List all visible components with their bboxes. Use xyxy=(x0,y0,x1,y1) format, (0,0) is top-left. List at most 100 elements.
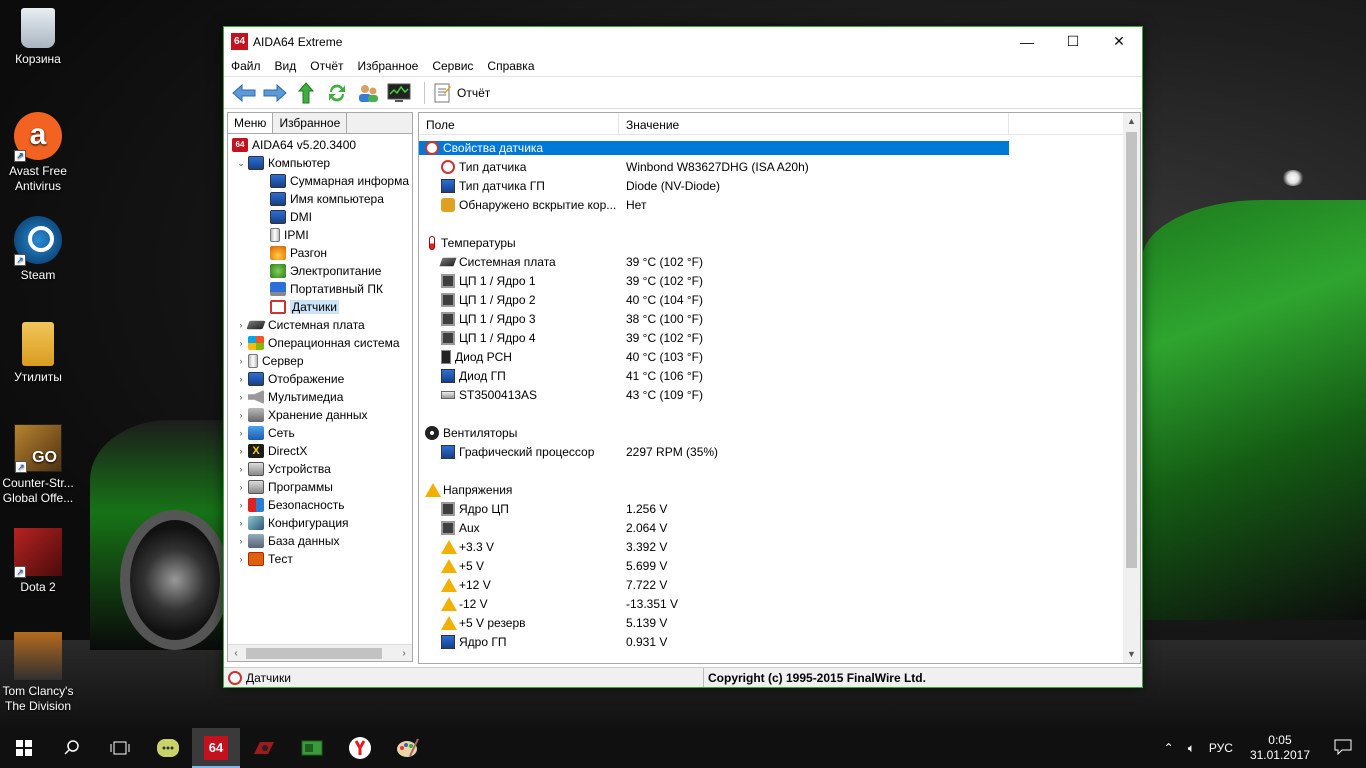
scroll-right-icon[interactable]: › xyxy=(396,648,412,659)
task-view-button[interactable] xyxy=(96,728,144,768)
section-temperatures[interactable]: Температуры xyxy=(419,233,1140,252)
expand-icon[interactable]: › xyxy=(236,482,246,492)
scroll-left-icon[interactable]: ‹ xyxy=(228,648,244,659)
table-row[interactable]: ЦП 1 / Ядро 2 40 °C (104 °F) xyxy=(419,290,1140,309)
volume-icon[interactable]: 🔈︎ xyxy=(1181,741,1202,756)
scroll-thumb[interactable] xyxy=(1126,132,1137,568)
taskbar-aida64[interactable]: 64 xyxy=(192,728,240,768)
clock[interactable]: 0:05 31.01.2017 xyxy=(1240,733,1320,763)
table-row[interactable]: ЦП 1 / Ядро 3 38 °C (100 °F) xyxy=(419,309,1140,328)
scroll-up-icon[interactable]: ▲ xyxy=(1123,113,1140,130)
expand-icon[interactable]: › xyxy=(236,392,246,402)
taskbar-gpu-tool[interactable] xyxy=(288,728,336,768)
table-row[interactable]: Диод ГП 41 °C (106 °F) xyxy=(419,366,1140,385)
expand-icon[interactable]: › xyxy=(236,374,246,384)
expand-icon[interactable]: › xyxy=(236,500,246,510)
tree-item-database[interactable]: › База данных xyxy=(228,532,412,550)
menu-file[interactable]: Файл xyxy=(224,59,268,73)
menu-service[interactable]: Сервис xyxy=(425,59,480,73)
tree-item-motherboard[interactable]: › Системная плата xyxy=(228,316,412,334)
tab-favorites[interactable]: Избранное xyxy=(273,113,348,133)
forward-button[interactable] xyxy=(259,79,290,107)
tree-item-config[interactable]: › Конфигурация xyxy=(228,514,412,532)
menu-report[interactable]: Отчёт xyxy=(303,59,350,73)
table-row[interactable]: Тип датчика ГП Diode (NV-Diode) xyxy=(419,176,1140,195)
tree-item-security[interactable]: › Безопасность xyxy=(228,496,412,514)
scroll-thumb[interactable] xyxy=(246,647,382,659)
refresh-button[interactable] xyxy=(321,79,352,107)
tree-item-devices[interactable]: › Устройства xyxy=(228,460,412,478)
tree-item-portable[interactable]: Портативный ПК xyxy=(228,280,412,298)
menu-favorites[interactable]: Избранное xyxy=(351,59,426,73)
table-row[interactable]: Системная плата 39 °C (102 °F) xyxy=(419,252,1140,271)
table-row[interactable]: +5 V резерв 5.139 V xyxy=(419,613,1140,632)
maximize-button[interactable]: ☐ xyxy=(1050,27,1096,56)
tree-item-programs[interactable]: › Программы xyxy=(228,478,412,496)
users-button[interactable] xyxy=(352,79,383,107)
table-row[interactable]: Ядро ЦП 1.256 V xyxy=(419,499,1140,518)
show-hidden-icons-icon[interactable]: ⌃ xyxy=(1157,741,1181,755)
expand-icon[interactable]: › xyxy=(236,536,246,546)
tree-item-directx[interactable]: › X DirectX xyxy=(228,442,412,460)
taskbar-msi-afterburner[interactable] xyxy=(240,728,288,768)
tree-item-os[interactable]: › Операционная система xyxy=(228,334,412,352)
table-row[interactable]: +3.3 V 3.392 V xyxy=(419,537,1140,556)
table-row[interactable]: +12 V 7.722 V xyxy=(419,575,1140,594)
collapse-icon[interactable]: ⌄ xyxy=(236,158,246,169)
taskbar-paint[interactable] xyxy=(384,728,432,768)
tree-item-test[interactable]: › Тест xyxy=(228,550,412,568)
menu-help[interactable]: Справка xyxy=(480,59,541,73)
tree-item-dmi[interactable]: DMI xyxy=(228,208,412,226)
expand-icon[interactable]: › xyxy=(236,410,246,420)
table-row[interactable]: Ядро ГП 0.931 V xyxy=(419,632,1140,651)
minimize-button[interactable]: — xyxy=(1004,27,1050,56)
search-button[interactable] xyxy=(48,728,96,768)
tree-item-display[interactable]: › Отображение xyxy=(228,370,412,388)
tree-item-network[interactable]: › Сеть xyxy=(228,424,412,442)
table-row[interactable]: Обнаружено вскрытие кор... Нет xyxy=(419,195,1140,214)
expand-icon[interactable]: › xyxy=(236,464,246,474)
table-row[interactable]: +5 V 5.699 V xyxy=(419,556,1140,575)
table-row[interactable]: Aux 2.064 V xyxy=(419,518,1140,537)
horizontal-scrollbar[interactable]: ‹ › xyxy=(228,644,412,661)
up-button[interactable] xyxy=(290,79,321,107)
expand-icon[interactable]: › xyxy=(236,428,246,438)
expand-icon[interactable]: › xyxy=(236,338,246,348)
scroll-down-icon[interactable]: ▼ xyxy=(1123,646,1140,663)
tree-root[interactable]: 64 AIDA64 v5.20.3400 xyxy=(228,136,412,154)
tree-item-power[interactable]: Электропитание xyxy=(228,262,412,280)
section-voltages[interactable]: Напряжения xyxy=(419,480,1140,499)
report-button[interactable]: Отчёт xyxy=(433,83,490,103)
back-button[interactable] xyxy=(228,79,259,107)
desktop-icon-avast[interactable]: a ↗ Avast Free Antivirus xyxy=(0,112,76,194)
expand-icon[interactable]: › xyxy=(236,320,246,330)
desktop-icon-csgo[interactable]: ↗ Counter-Str... Global Offe... xyxy=(0,424,76,506)
table-row[interactable]: Графический процессор 2297 RPM (35%) xyxy=(419,442,1140,461)
monitor-button[interactable] xyxy=(383,79,414,107)
vertical-scrollbar[interactable]: ▲ ▼ xyxy=(1123,113,1140,663)
notifications-icon[interactable] xyxy=(1320,739,1366,758)
table-row[interactable]: ST3500413AS 43 °C (109 °F) xyxy=(419,385,1140,404)
tree-item-ipmi[interactable]: IPMI xyxy=(228,226,412,244)
expand-icon[interactable]: › xyxy=(236,356,246,366)
taskbar-chat-app[interactable] xyxy=(144,728,192,768)
table-row[interactable]: Диод PCH 40 °C (103 °F) xyxy=(419,347,1140,366)
expand-icon[interactable]: › xyxy=(236,554,246,564)
desktop-icon-division[interactable]: Tom Clancy's The Division xyxy=(0,632,76,714)
expand-icon[interactable]: › xyxy=(236,446,246,456)
desktop-icon-utilities[interactable]: Утилиты xyxy=(0,322,76,385)
start-button[interactable] xyxy=(0,728,48,768)
tree-item-computer[interactable]: ⌄ Компьютер xyxy=(228,154,412,172)
tree-item-summary[interactable]: Суммарная информа xyxy=(228,172,412,190)
tree-item-multimedia[interactable]: › Мультимедиа xyxy=(228,388,412,406)
table-row[interactable]: ЦП 1 / Ядро 4 39 °C (102 °F) xyxy=(419,328,1140,347)
title-bar[interactable]: 64 AIDA64 Extreme — ☐ ✕ xyxy=(224,27,1142,56)
desktop-icon-dota2[interactable]: ↗ Dota 2 xyxy=(0,528,76,595)
tab-menu[interactable]: Меню xyxy=(228,113,274,133)
section-sensor-properties[interactable]: Свойства датчика xyxy=(419,138,1140,157)
taskbar-yandex-browser[interactable] xyxy=(336,728,384,768)
menu-view[interactable]: Вид xyxy=(268,59,304,73)
tree-item-sensors[interactable]: Датчики xyxy=(228,298,412,316)
desktop-icon-recycle-bin[interactable]: Корзина xyxy=(0,8,76,67)
expand-icon[interactable]: › xyxy=(236,518,246,528)
